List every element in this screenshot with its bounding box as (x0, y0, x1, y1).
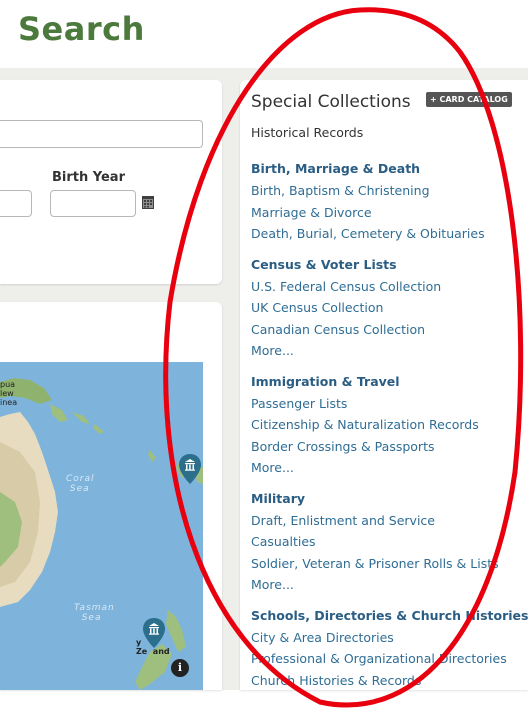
page-title: Search (18, 10, 145, 48)
more-link[interactable]: More... (251, 574, 528, 596)
collection-group: Immigration & Travel Passenger Lists Cit… (251, 371, 528, 479)
more-link[interactable]: More... (251, 340, 528, 362)
collection-heading-military[interactable]: Military (251, 488, 528, 510)
collection-link[interactable]: Soldier, Veteran & Prisoner Rolls & List… (251, 553, 528, 575)
special-collections-list: Birth, Marriage & Death Birth, Baptism &… (251, 158, 528, 700)
map-info-icon[interactable]: i (171, 659, 189, 677)
collection-link[interactable]: Citizenship & Naturalization Records (251, 414, 528, 436)
historical-records-subtitle: Historical Records (251, 125, 364, 140)
collection-link[interactable]: Death, Burial, Cemetery & Obituaries (251, 223, 528, 245)
map-label-papua: pua lew inea (0, 380, 18, 407)
collection-link[interactable]: Church Histories & Records (251, 670, 528, 692)
date-input[interactable] (0, 190, 32, 217)
collection-link[interactable]: Draft, Enlistment and Service (251, 510, 528, 532)
collection-link[interactable]: Border Crossings & Passports (251, 436, 528, 458)
collection-link[interactable]: U.S. Federal Census Collection (251, 276, 528, 298)
collection-group: Birth, Marriage & Death Birth, Baptism &… (251, 158, 528, 245)
map-label-tasman-sea: Tasman Sea (74, 603, 115, 623)
collection-group: Census & Voter Lists U.S. Federal Census… (251, 254, 528, 362)
collection-link[interactable]: Birth, Baptism & Christening (251, 180, 528, 202)
collection-link[interactable]: City & Area Directories (251, 627, 528, 649)
collection-link[interactable]: Casualties (251, 531, 528, 553)
calendar-icon[interactable] (142, 195, 154, 209)
special-collections-title: Special Collections (251, 92, 411, 112)
map-pin-archive-nz-icon[interactable] (143, 618, 165, 648)
more-link[interactable]: More... (251, 457, 528, 479)
collection-link[interactable]: Marriage & Divorce (251, 202, 528, 224)
map-label-coral-sea: Coral Sea (66, 474, 95, 494)
collection-link[interactable]: UK Census Collection (251, 297, 528, 319)
collection-link[interactable]: Professional & Organizational Directorie… (251, 648, 528, 670)
collection-group: Schools, Directories & Church Histories … (251, 605, 528, 692)
birth-year-label: Birth Year (52, 170, 125, 185)
collection-link[interactable]: Passenger Lists (251, 393, 528, 415)
collection-link[interactable]: Canadian Census Collection (251, 319, 528, 341)
collection-heading-immigration-travel[interactable]: Immigration & Travel (251, 371, 528, 393)
map-view[interactable]: pua lew inea Coral Sea Tasman Sea y Ze and (0, 362, 203, 690)
name-input[interactable] (0, 120, 203, 148)
birth-year-input[interactable] (50, 190, 136, 217)
card-catalog-button[interactable]: + CARD CATALOG (426, 92, 512, 107)
collection-heading-birth-marriage-death[interactable]: Birth, Marriage & Death (251, 158, 528, 180)
map-pin-archive-icon[interactable] (179, 454, 201, 484)
collection-heading-census-voter[interactable]: Census & Voter Lists (251, 254, 528, 276)
map-land (0, 378, 203, 690)
collection-heading-schools-directories[interactable]: Schools, Directories & Church Histories (251, 605, 528, 627)
collection-group: Military Draft, Enlistment and Service C… (251, 488, 528, 596)
